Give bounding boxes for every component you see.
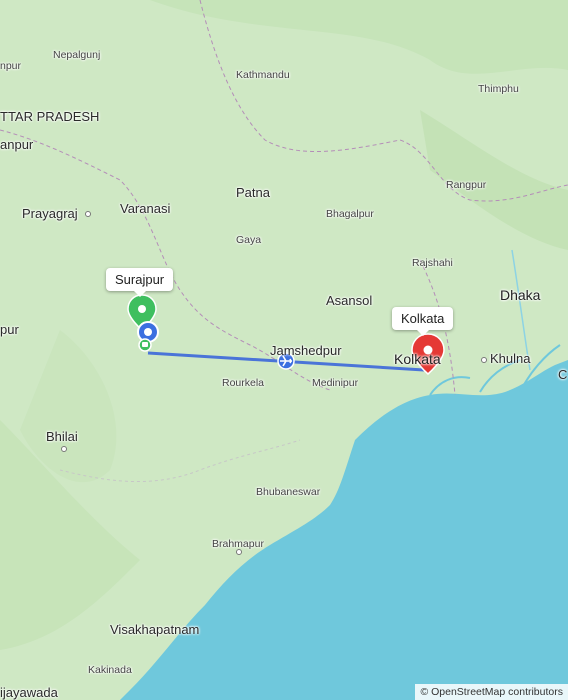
place-dot-brahmapur	[236, 549, 242, 555]
place-label-rajshahi: Rajshahi	[412, 257, 453, 269]
place-label-rourkela: Rourkela	[222, 377, 265, 389]
map-attribution[interactable]: © OpenStreetMap contributors	[415, 684, 568, 700]
place-dot-prayagraj	[85, 211, 91, 217]
place-label-varanasi: Varanasi	[120, 201, 171, 216]
place-label-kakinada: Kakinada	[88, 664, 132, 676]
origin-callout[interactable]: Surajpur	[106, 268, 174, 297]
place-label-dhaka: Dhaka	[500, 287, 541, 303]
transit-stop-icon[interactable]	[138, 338, 152, 352]
place-label-bhilai: Bhilai	[46, 429, 78, 444]
place-label-kathmandu: Kathmandu	[236, 69, 290, 81]
place-label-visakhapatnam: Visakhapatnam	[110, 622, 200, 637]
place-label-bhagalpur: Bhagalpur	[326, 208, 374, 220]
place-label-medinipur: Medinipur	[312, 377, 359, 389]
place-dot-khulna	[481, 357, 487, 363]
place-label-asansol: Asansol	[326, 293, 373, 308]
map-canvas[interactable]: Nepalgunj npur Kathmandu Thimphu TTAR PR…	[0, 0, 568, 700]
place-label-thimphu: Thimphu	[478, 83, 519, 95]
region-label-uttar-pradesh: TTAR PRADESH	[0, 109, 100, 124]
place-label-pur-top: npur	[0, 60, 22, 72]
place-label-right-edge: C	[558, 367, 568, 382]
place-label-kolkata: Kolkata	[394, 351, 441, 367]
place-label-jamshedpur: Jamshedpur	[270, 343, 342, 358]
place-label-vijayawada: ijayawada	[0, 685, 58, 700]
place-label-nepalgunj: Nepalgunj	[53, 49, 101, 61]
destination-callout[interactable]: Kolkata	[392, 307, 454, 336]
place-label-patna: Patna	[236, 185, 270, 200]
place-label-rangpur: Rangpur	[446, 179, 487, 191]
place-label-bhubaneswar: Bhubaneswar	[256, 486, 321, 498]
place-label-pur-left: pur	[0, 322, 19, 337]
place-label-gaya: Gaya	[236, 234, 262, 246]
place-label-kanpur: anpur	[0, 137, 34, 152]
place-label-khulna: Khulna	[490, 351, 531, 366]
place-label-prayagraj: Prayagraj	[22, 206, 78, 221]
place-dot-bhilai	[61, 446, 67, 452]
